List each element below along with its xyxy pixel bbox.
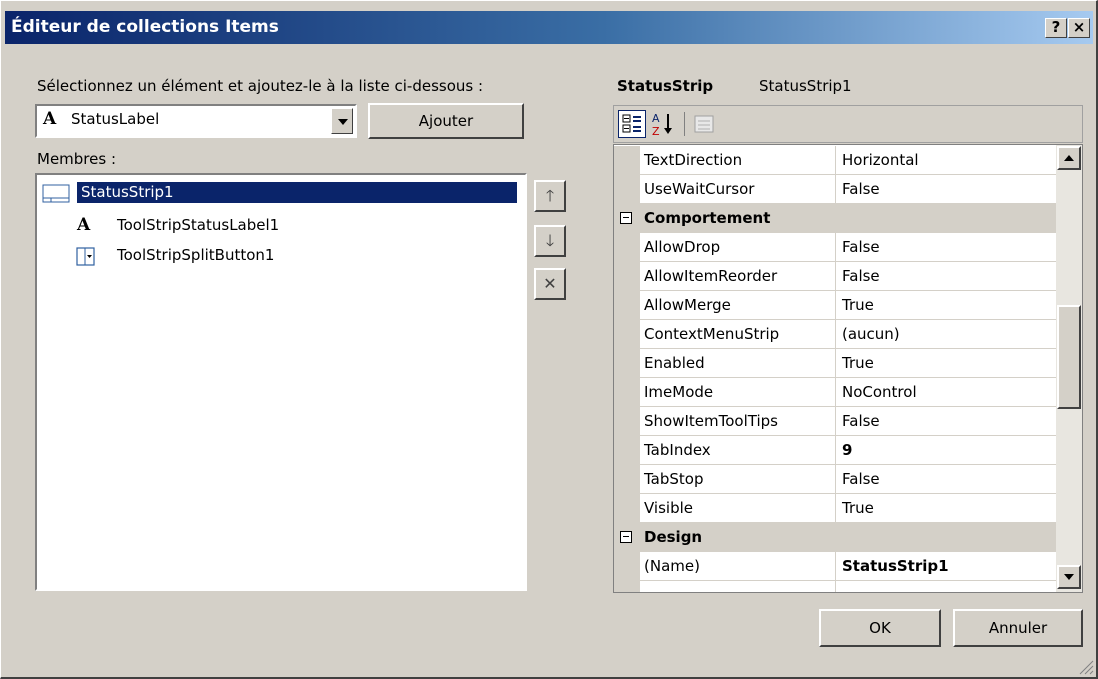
- property-name: TabIndex: [640, 436, 836, 464]
- member-item-toolstripsplitbutton1[interactable]: ToolStripSplitButton1: [37, 241, 527, 271]
- ok-button[interactable]: OK: [819, 609, 941, 647]
- collection-editor-dialog: Éditeur de collections Items ? × Sélecti…: [0, 0, 1098, 679]
- property-row[interactable]: AllowMerge True: [614, 291, 1056, 320]
- property-value[interactable]: StatusStrip1: [836, 552, 1056, 580]
- member-item-statusstrip1[interactable]: StatusStrip1: [37, 179, 527, 209]
- collapse-icon[interactable]: [620, 531, 632, 543]
- property-grid-scrollbar[interactable]: [1056, 145, 1082, 592]
- property-row[interactable]: ContextMenuStrip (aucun): [614, 320, 1056, 349]
- property-name: Visible: [640, 494, 836, 522]
- property-row[interactable]: AllowItemReorder False: [614, 262, 1056, 291]
- property-row-partial: [614, 581, 1056, 592]
- property-value[interactable]: False: [836, 175, 1056, 203]
- property-row[interactable]: UseWaitCursor False: [614, 175, 1056, 204]
- arrow-up-icon: 🡑: [545, 186, 555, 205]
- cancel-button[interactable]: Annuler: [953, 609, 1083, 647]
- delete-x-icon: ✕: [543, 274, 557, 293]
- member-label: StatusStrip1: [77, 182, 517, 203]
- property-name: TabStop: [640, 465, 836, 493]
- property-row[interactable]: TabIndex 9: [614, 436, 1056, 465]
- move-up-button[interactable]: 🡑: [534, 180, 566, 212]
- combo-selected-value: StatusLabel: [71, 110, 160, 128]
- arrow-down-icon: 🡓: [545, 231, 555, 250]
- split-button-icon: [76, 247, 95, 266]
- property-pages-icon: [694, 115, 714, 133]
- svg-text:A: A: [652, 112, 660, 125]
- category-row-design[interactable]: Design: [614, 523, 1056, 552]
- collapse-icon[interactable]: [620, 212, 632, 224]
- resize-grip-icon[interactable]: [1076, 657, 1094, 675]
- svg-text:Z: Z: [652, 125, 660, 138]
- chevron-down-icon: [338, 119, 348, 125]
- property-name: ContextMenuStrip: [640, 320, 836, 348]
- property-name: ImeMode: [640, 378, 836, 406]
- property-row[interactable]: Enabled True: [614, 349, 1056, 378]
- item-type-combobox[interactable]: A StatusLabel: [35, 104, 357, 138]
- members-list[interactable]: StatusStrip1 A ToolStripStatusLabel1 Too…: [35, 173, 527, 591]
- scroll-thumb[interactable]: [1057, 305, 1081, 409]
- property-object-type: StatusStrip: [617, 77, 714, 95]
- property-row[interactable]: (Name) StatusStrip1: [614, 552, 1056, 581]
- add-element-label: Sélectionnez un élément et ajoutez-le à …: [37, 77, 484, 95]
- scroll-down-button[interactable]: [1057, 565, 1081, 589]
- property-name: Enabled: [640, 349, 836, 377]
- property-pages-button[interactable]: [690, 110, 718, 138]
- arrow-up-icon: [1064, 155, 1074, 161]
- title-bar[interactable]: Éditeur de collections Items ? ×: [5, 11, 1093, 44]
- scroll-up-button[interactable]: [1057, 146, 1081, 170]
- property-value[interactable]: Horizontal: [836, 146, 1056, 174]
- property-row[interactable]: TabStop False: [614, 465, 1056, 494]
- status-label-type-icon: A: [43, 109, 57, 129]
- property-grid[interactable]: TextDirection Horizontal UseWaitCursor F…: [613, 144, 1083, 593]
- property-value[interactable]: (aucun): [836, 320, 1056, 348]
- property-value[interactable]: False: [836, 233, 1056, 261]
- move-down-button[interactable]: 🡓: [534, 225, 566, 257]
- property-name: ShowItemToolTips: [640, 407, 836, 435]
- property-grid-toolbar: A Z: [613, 105, 1083, 143]
- statusstrip-icon: [42, 184, 70, 203]
- property-name: TextDirection: [640, 146, 836, 174]
- property-object-name: StatusStrip1: [759, 77, 852, 95]
- property-name: AllowItemReorder: [640, 262, 836, 290]
- property-name: AllowDrop: [640, 233, 836, 261]
- property-row[interactable]: ShowItemToolTips False: [614, 407, 1056, 436]
- combo-dropdown-arrow[interactable]: [331, 108, 353, 134]
- property-row[interactable]: TextDirection Horizontal: [614, 146, 1056, 175]
- arrow-down-icon: [1064, 574, 1074, 580]
- property-name: AllowMerge: [640, 291, 836, 319]
- property-value[interactable]: False: [836, 407, 1056, 435]
- category-name: Design: [644, 528, 703, 546]
- alphabetical-button[interactable]: A Z: [650, 110, 678, 138]
- property-value[interactable]: True: [836, 291, 1056, 319]
- help-button[interactable]: ?: [1045, 18, 1067, 38]
- category-row-comportement[interactable]: Comportement: [614, 204, 1056, 233]
- property-value[interactable]: True: [836, 349, 1056, 377]
- status-label-icon: A: [77, 215, 91, 235]
- toolbar-separator: [684, 112, 685, 136]
- property-name: UseWaitCursor: [640, 175, 836, 203]
- window-title: Éditeur de collections Items: [11, 17, 279, 37]
- member-label: ToolStripSplitButton1: [117, 246, 275, 264]
- property-value[interactable]: True: [836, 494, 1056, 522]
- property-value[interactable]: 9: [836, 436, 1056, 464]
- alphabetical-icon: A Z: [652, 112, 672, 138]
- property-row[interactable]: AllowDrop False: [614, 233, 1056, 262]
- property-row[interactable]: ImeMode NoControl: [614, 378, 1056, 407]
- category-name: Comportement: [644, 209, 771, 227]
- delete-member-button[interactable]: ✕: [534, 268, 566, 300]
- property-value[interactable]: False: [836, 465, 1056, 493]
- member-item-toolstripstatuslabel1[interactable]: A ToolStripStatusLabel1: [37, 211, 527, 241]
- property-grid-rows: TextDirection Horizontal UseWaitCursor F…: [614, 145, 1056, 592]
- member-label: ToolStripStatusLabel1: [117, 216, 280, 234]
- property-value[interactable]: False: [836, 262, 1056, 290]
- property-name: (Name): [640, 552, 836, 580]
- close-button[interactable]: ×: [1068, 18, 1090, 38]
- property-row[interactable]: Visible True: [614, 494, 1056, 523]
- categorized-icon: [622, 114, 641, 133]
- categorized-button[interactable]: [618, 110, 646, 138]
- property-value[interactable]: NoControl: [836, 378, 1056, 406]
- add-button[interactable]: Ajouter: [368, 103, 524, 139]
- members-label: Membres :: [37, 150, 117, 168]
